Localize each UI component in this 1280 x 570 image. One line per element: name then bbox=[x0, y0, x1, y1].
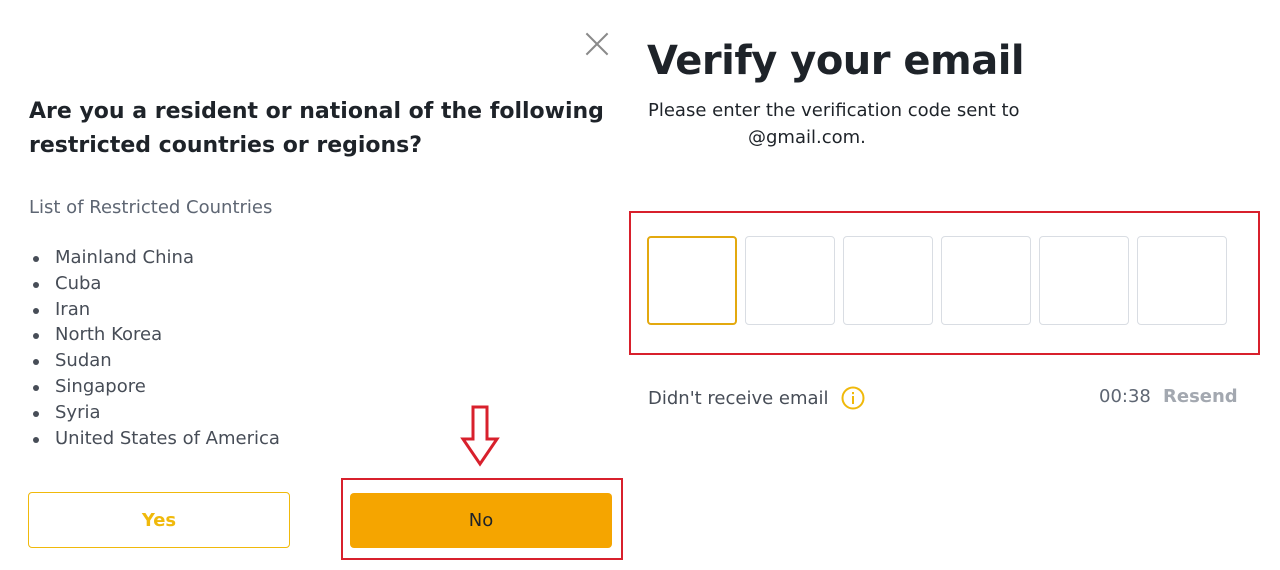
code-digit-input[interactable] bbox=[1039, 236, 1129, 325]
list-item: United States of America bbox=[29, 426, 280, 452]
list-item: Singapore bbox=[29, 374, 280, 400]
dialog-question: Are you a resident or national of the fo… bbox=[29, 99, 604, 158]
page-title: Verify your email bbox=[647, 38, 1025, 84]
list-item: Syria bbox=[29, 400, 280, 426]
code-digit-input[interactable] bbox=[1137, 236, 1227, 325]
list-title: List of Restricted Countries bbox=[29, 197, 273, 218]
didnt-receive-label: Didn't receive email bbox=[648, 387, 829, 409]
list-item: Iran bbox=[29, 297, 280, 323]
down-arrow-icon bbox=[460, 405, 500, 467]
list-item: Mainland China bbox=[29, 245, 280, 271]
no-button[interactable]: No bbox=[350, 493, 612, 548]
resend-button[interactable]: Resend bbox=[1163, 386, 1238, 407]
list-item: Cuba bbox=[29, 271, 280, 297]
countdown-timer: 00:38 bbox=[1099, 386, 1151, 407]
yes-button[interactable]: Yes bbox=[28, 492, 290, 548]
list-item: Sudan bbox=[29, 348, 280, 374]
code-digit-input[interactable] bbox=[843, 236, 933, 325]
didnt-receive-email: Didn't receive email bbox=[648, 386, 865, 410]
list-item: North Korea bbox=[29, 322, 280, 348]
close-icon[interactable] bbox=[584, 31, 610, 57]
restricted-countries-list: Mainland China Cuba Iran North Korea Sud… bbox=[29, 245, 280, 451]
code-digit-input[interactable] bbox=[941, 236, 1031, 325]
info-icon[interactable] bbox=[841, 386, 865, 410]
code-digit-input[interactable] bbox=[647, 236, 737, 325]
instruction-text: Please enter the verification code sent … bbox=[648, 100, 1020, 121]
code-digit-input[interactable] bbox=[745, 236, 835, 325]
email-address: @gmail.com. bbox=[748, 127, 866, 148]
restricted-countries-dialog: Are you a resident or national of the fo… bbox=[0, 0, 640, 570]
